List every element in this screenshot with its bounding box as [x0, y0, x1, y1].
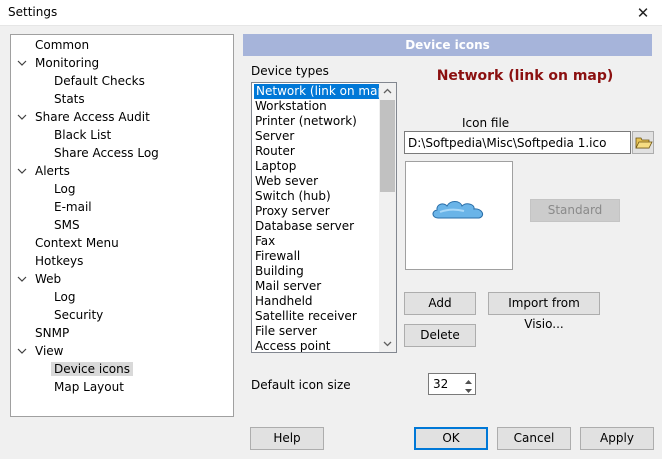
tree-item-label: Share Access Audit: [35, 110, 150, 124]
tree-item-label: Log: [54, 290, 76, 304]
delete-button[interactable]: Delete: [404, 324, 476, 347]
device-type-title: Network (link on map): [436, 68, 614, 84]
scroll-thumb[interactable]: [380, 100, 395, 192]
tree-item-label: Stats: [54, 92, 85, 106]
tree-item-label: Default Checks: [54, 74, 145, 88]
icon-preview: [405, 161, 513, 270]
list-item[interactable]: Access point: [255, 339, 331, 352]
list-item[interactable]: Fax: [255, 234, 275, 249]
cloud-icon: [432, 201, 484, 219]
device-types-list[interactable]: Network (link on map) Workstation Printer …: [251, 82, 397, 353]
list-item[interactable]: Router: [255, 144, 295, 159]
device-types-label: Device types: [251, 64, 329, 78]
tree-item-label: Context Menu: [35, 236, 119, 250]
settings-tree[interactable]: Common Monitoring Default Checks Stats Share…: [10, 34, 234, 417]
tree-item[interactable]: View: [17, 342, 66, 360]
list-item[interactable]: Proxy server: [255, 204, 330, 219]
tree-item[interactable]: Default Checks: [51, 72, 148, 90]
tree-item-label: Monitoring: [35, 56, 100, 70]
apply-button[interactable]: Apply: [580, 427, 654, 450]
tree-item[interactable]: Alerts: [17, 162, 73, 180]
tree-item[interactable]: Context Menu: [32, 234, 122, 252]
import-from-visio-button[interactable]: Import from Visio...: [488, 292, 600, 331]
default-icon-size-spinner[interactable]: 32: [428, 373, 476, 395]
panel-header: Device icons: [243, 34, 652, 56]
tree-item-label: Log: [54, 182, 76, 196]
tree-item[interactable]: Share Access Log: [51, 144, 162, 162]
tree-item[interactable]: Security: [51, 306, 106, 324]
tree-item-label: Hotkeys: [35, 254, 84, 268]
tree-item-label: Black List: [54, 128, 112, 142]
chevron-down-icon[interactable]: [16, 108, 28, 126]
browse-button[interactable]: [632, 131, 654, 154]
icon-file-label: Icon file: [462, 116, 510, 130]
list-item[interactable]: File server: [255, 324, 317, 339]
tree-item[interactable]: Monitoring: [17, 54, 102, 72]
tree-item-label: View: [35, 344, 64, 358]
scroll-down-arrow-icon[interactable]: [379, 335, 396, 352]
chevron-down-icon[interactable]: [16, 342, 28, 360]
scroll-up-arrow-icon[interactable]: [379, 83, 396, 100]
title-bar: Settings ✕: [0, 0, 662, 26]
list-item[interactable]: Switch (hub): [255, 189, 331, 204]
chevron-down-icon[interactable]: [16, 54, 28, 72]
list-item[interactable]: Web sever: [255, 174, 318, 189]
tree-item-label: Web: [35, 272, 62, 286]
cancel-button[interactable]: Cancel: [497, 427, 571, 450]
tree-item-label: Device icons: [51, 362, 133, 376]
tree-item-label: SMS: [54, 218, 80, 232]
tree-item-label: Alerts: [35, 164, 70, 178]
default-icon-size-label: Default icon size: [251, 378, 351, 392]
tree-item[interactable]: SMS: [51, 216, 83, 234]
tree-item-label: Map Layout: [54, 380, 124, 394]
tree-item[interactable]: Stats: [51, 90, 88, 108]
tree-item-label: SNMP: [35, 326, 70, 340]
window-title: Settings: [8, 5, 58, 19]
ok-button[interactable]: OK: [414, 427, 488, 450]
list-item[interactable]: Mail server: [255, 279, 321, 294]
tree-item-label: Common: [35, 38, 90, 52]
list-item[interactable]: Network (link on map): [254, 84, 392, 99]
tree-item[interactable]: E-mail: [51, 198, 95, 216]
tree-item[interactable]: Log: [51, 288, 78, 306]
list-item[interactable]: Laptop: [255, 159, 296, 174]
list-item[interactable]: Server: [255, 129, 294, 144]
tree-item[interactable]: Map Layout: [51, 378, 127, 396]
tree-item-label: Security: [54, 308, 104, 322]
spin-down-arrow-icon[interactable]: [462, 385, 475, 394]
tree-item[interactable]: SNMP: [32, 324, 72, 342]
chevron-down-icon[interactable]: [16, 162, 28, 180]
list-item[interactable]: Satellite receiver: [255, 309, 357, 324]
tree-item-label: Share Access Log: [54, 146, 159, 160]
tree-item-label: E-mail: [54, 200, 92, 214]
tree-item[interactable]: Share Access Audit: [17, 108, 153, 126]
tree-item[interactable]: Log: [51, 180, 78, 198]
list-item[interactable]: Printer (network): [255, 114, 357, 129]
standard-button[interactable]: Standard: [530, 199, 620, 222]
add-button[interactable]: Add: [404, 292, 476, 315]
list-item[interactable]: Building: [255, 264, 304, 279]
tree-item[interactable]: Black List: [51, 126, 114, 144]
icon-file-input[interactable]: D:\Softpedia\Misc\Softpedia 1.ico: [404, 131, 631, 154]
icon-size-value[interactable]: 32: [433, 377, 448, 391]
list-item[interactable]: Workstation: [255, 99, 327, 114]
list-item[interactable]: Handheld: [255, 294, 313, 309]
close-button[interactable]: ✕: [624, 0, 662, 26]
list-item[interactable]: Database server: [255, 219, 354, 234]
help-button[interactable]: Help: [250, 427, 324, 450]
tree-item[interactable]: Web: [17, 270, 64, 288]
list-scrollbar[interactable]: [379, 83, 396, 352]
list-item[interactable]: Firewall: [255, 249, 300, 264]
spin-up-arrow-icon[interactable]: [462, 375, 475, 384]
tree-item[interactable]: Device icons: [51, 360, 133, 378]
chevron-down-icon[interactable]: [16, 270, 28, 288]
tree-item[interactable]: Common: [32, 36, 92, 54]
tree-item[interactable]: Hotkeys: [32, 252, 86, 270]
folder-open-icon: [635, 137, 653, 149]
